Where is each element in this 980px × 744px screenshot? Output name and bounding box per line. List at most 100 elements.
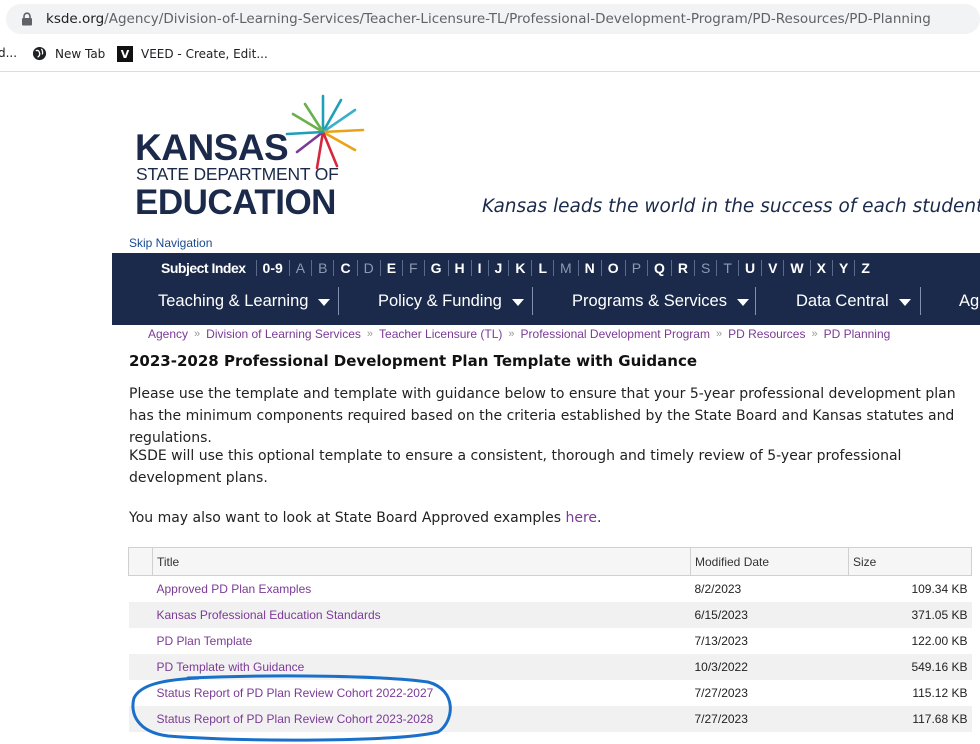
breadcrumb-link[interactable]: PD Resources (728, 327, 805, 341)
subject-index-letter: P (631, 260, 642, 276)
document-link[interactable]: PD Plan Template (157, 634, 253, 648)
menu-divider (755, 287, 756, 315)
address-bar: ksde.org/Agency/Division-of-Learning-Ser… (0, 0, 980, 38)
document-link[interactable]: Kansas Professional Education Standards (157, 608, 381, 622)
menu-programs-services[interactable]: Programs & Services (572, 285, 749, 317)
index-separator (470, 260, 472, 276)
subject-index-letter[interactable]: U (743, 260, 757, 276)
index-separator (600, 260, 602, 276)
examples-text: You may also want to look at State Board… (129, 510, 566, 526)
subject-index-letter[interactable]: W (788, 260, 805, 276)
subject-index-letter[interactable]: K (513, 260, 527, 276)
tagline: Kansas leads the world in the success of… (482, 196, 980, 217)
index-separator (508, 260, 510, 276)
row-icon-cell (129, 680, 153, 706)
index-separator (311, 260, 313, 276)
table-row: Approved PD Plan Examples 8/2/2023 109.34 … (129, 576, 972, 602)
row-icon-cell (128, 653, 153, 680)
subject-index-letter: F (409, 260, 418, 276)
index-separator (487, 260, 489, 276)
document-link[interactable]: PD Template with Guidance (157, 660, 305, 674)
menu-agency[interactable]: Ag (959, 285, 979, 317)
menu-divider (338, 287, 339, 315)
subject-index-bar: Subject Index 0-9 A B C D E F G H I J K L M N O P Q R S T U V W… (161, 258, 872, 278)
examples-here-link[interactable]: here (565, 510, 597, 526)
document-link[interactable]: Status Report of PD Plan Review Cohort 2… (157, 712, 434, 726)
document-link[interactable]: Status Report of PD Plan Review Cohort 2… (157, 686, 434, 700)
subject-index-letter[interactable]: 0-9 (261, 260, 285, 276)
index-separator (447, 260, 449, 276)
table-header-modified[interactable]: Modified Date (690, 547, 849, 576)
ksde-logo[interactable]: KANSAS STATE DEPARTMENT OF EDUCATION (135, 94, 365, 224)
url-field[interactable]: ksde.org/Agency/Division-of-Learning-Ser… (6, 4, 980, 34)
subject-index-letter[interactable]: Z (859, 260, 872, 276)
bookmark-veed[interactable]: V VEED - Create, Edit... (117, 46, 268, 62)
breadcrumb-separator: » (366, 328, 374, 340)
breadcrumb-separator: » (194, 328, 201, 340)
index-separator (531, 260, 533, 276)
index-separator (379, 260, 381, 276)
subject-index-letter[interactable]: Y (837, 260, 850, 276)
documents-table-body: Approved PD Plan Examples 8/2/2023 109.34 … (128, 576, 972, 732)
index-separator (553, 260, 554, 276)
subject-index-letter[interactable]: G (429, 260, 444, 276)
subject-index-letter[interactable]: R (676, 260, 690, 276)
subject-index-letter: A (295, 260, 306, 276)
subject-index-letter[interactable]: H (453, 260, 467, 276)
breadcrumb-link[interactable]: PD Planning (824, 327, 891, 341)
row-date-cell: 6/15/2023 (690, 601, 849, 628)
globe-icon (32, 46, 47, 61)
index-separator (647, 260, 649, 276)
row-date-cell: 7/13/2023 (694, 633, 748, 648)
menu-label: Ag (959, 291, 980, 310)
subject-index-letter[interactable]: E (385, 260, 398, 276)
bookmark-item[interactable]: d... (0, 46, 17, 60)
row-size-cell: 115.12 KB (912, 685, 968, 700)
subject-index-label[interactable]: Subject Index (161, 260, 246, 276)
url-text: ksde.org/Agency/Division-of-Learning-Ser… (46, 11, 931, 27)
index-separator (356, 260, 358, 276)
index-separator (577, 260, 579, 276)
bookmarks-bar: d... New Tab V VEED - Create, Edit... (0, 38, 980, 72)
document-link[interactable]: Approved PD Plan Examples (157, 582, 312, 596)
subject-index-letter[interactable]: O (606, 260, 621, 276)
subject-index-letter: M (560, 260, 572, 276)
table-header-size[interactable]: Size (848, 547, 972, 576)
breadcrumb-link[interactable]: Professional Development Program (521, 327, 710, 341)
page-title: 2023-2028 Professional Development Plan … (129, 352, 698, 370)
breadcrumb: Agency » Division of Learning Services » Tea… (148, 327, 890, 341)
menu-divider (920, 287, 921, 315)
subject-index-letter: D (363, 260, 374, 276)
breadcrumb-link[interactable]: Division of Learning Services (206, 327, 361, 341)
breadcrumb-link[interactable]: Teacher Licensure (TL) (379, 327, 502, 341)
row-icon-cell (129, 628, 153, 654)
menu-data-central[interactable]: Data Central (796, 285, 911, 317)
subject-index-letter[interactable]: N (583, 260, 597, 276)
subject-index-letter[interactable]: Q (652, 260, 667, 276)
row-date-cell: 10/3/2022 (690, 653, 849, 680)
caret-down-icon (898, 298, 911, 306)
skip-navigation-link[interactable]: Skip Navigation (129, 236, 212, 250)
subject-index-letter[interactable]: L (536, 260, 549, 276)
table-row: PD Plan Template 7/13/2023 122.00 KB (129, 628, 972, 654)
breadcrumb-link[interactable]: Agency (148, 327, 188, 341)
table-row: Status Report of PD Plan Review Cohort 2… (128, 705, 972, 732)
index-separator (854, 260, 856, 276)
bookmark-label: New Tab (55, 46, 106, 61)
url-domain: ksde.org (46, 11, 105, 27)
subject-index-letter[interactable]: C (338, 260, 352, 276)
subject-index-letter[interactable]: V (766, 260, 779, 276)
row-icon-cell (128, 705, 153, 732)
subject-index-letter[interactable]: I (476, 260, 484, 276)
bookmark-new-tab[interactable]: New Tab (32, 46, 105, 61)
table-header-title[interactable]: Title (152, 547, 691, 576)
menu-teaching-learning[interactable]: Teaching & Learning (158, 285, 331, 317)
caret-down-icon (736, 298, 749, 306)
index-separator (670, 260, 672, 276)
index-separator (737, 260, 739, 276)
subject-index-letter[interactable]: J (493, 260, 505, 276)
menu-label: Policy & Funding (378, 291, 502, 310)
menu-policy-funding[interactable]: Policy & Funding (378, 285, 524, 317)
bookmark-label: VEED - Create, Edit... (141, 47, 268, 61)
subject-index-letter[interactable]: X (815, 260, 828, 276)
